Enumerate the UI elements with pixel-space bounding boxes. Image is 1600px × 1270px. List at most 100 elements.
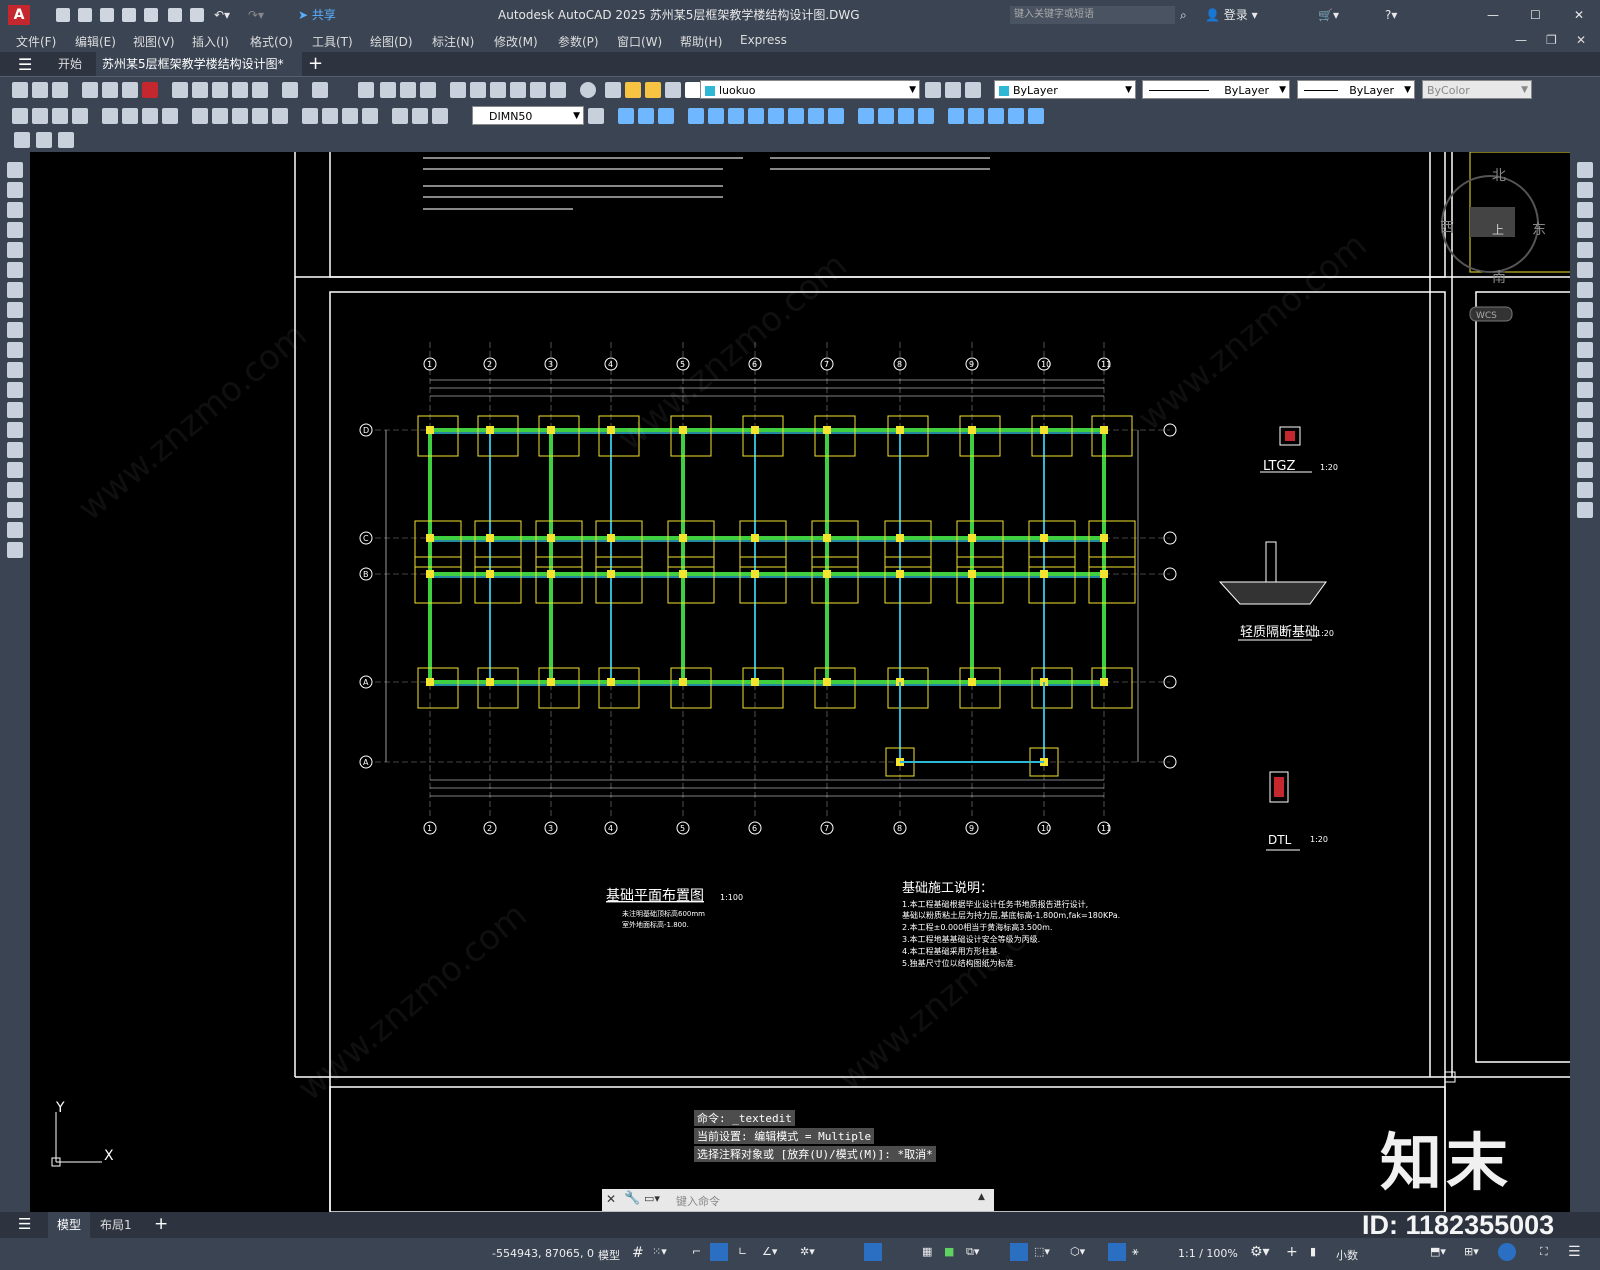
stretch-icon[interactable] — [1577, 322, 1593, 338]
erase-icon[interactable] — [1577, 162, 1593, 178]
publish-icon[interactable] — [122, 82, 138, 98]
trim-icon[interactable] — [1577, 342, 1593, 358]
3d-union-icon[interactable] — [688, 108, 704, 124]
3d-array-icon[interactable] — [1028, 108, 1044, 124]
dim-style-manager-icon[interactable] — [588, 108, 604, 124]
menu-window[interactable]: 窗口(W) — [617, 33, 662, 50]
circle-icon[interactable] — [7, 282, 23, 298]
customize-icon[interactable]: ☰ — [1568, 1244, 1581, 1260]
preview-icon[interactable] — [102, 82, 118, 98]
offset-icon[interactable] — [1577, 222, 1593, 238]
design-center-icon[interactable] — [470, 82, 486, 98]
polyline-icon[interactable] — [7, 202, 23, 218]
new-icon[interactable] — [56, 8, 70, 22]
selection-cycling-icon[interactable]: ■ — [944, 1245, 954, 1258]
layer-color-icon[interactable] — [685, 82, 701, 98]
3d-slice-icon[interactable] — [788, 108, 804, 124]
3d-subtract-icon[interactable] — [708, 108, 724, 124]
tab-document[interactable]: 苏州某5层框架教学楼结构设计图* ✕ — [96, 52, 302, 95]
gradient-icon[interactable] — [7, 462, 23, 478]
3d-move-icon[interactable] — [948, 108, 964, 124]
polygon-icon[interactable] — [7, 222, 23, 238]
doc-close-button[interactable]: ✕ — [1576, 33, 1586, 47]
login-button[interactable]: 👤 登录 ▾ — [1205, 0, 1258, 30]
table-icon[interactable] — [7, 502, 23, 518]
line-icon[interactable] — [7, 162, 23, 178]
revcloud-icon[interactable] — [7, 302, 23, 318]
paste-icon[interactable] — [212, 82, 228, 98]
layer-manager-icon[interactable] — [605, 82, 621, 98]
redo-icon[interactable] — [312, 82, 328, 98]
array-icon[interactable] — [1577, 242, 1593, 258]
plotstyle-dropdown[interactable]: ByColor ▼ — [1422, 80, 1532, 99]
explode-icon[interactable] — [1577, 502, 1593, 518]
undo-icon[interactable] — [282, 82, 298, 98]
minimize-button[interactable]: — — [1487, 0, 1499, 30]
bulb-icon[interactable] — [625, 82, 641, 98]
cart-icon[interactable]: 🛒▾ — [1318, 0, 1339, 30]
units-dropdown[interactable]: 小数 — [1336, 1247, 1358, 1263]
maximize-button[interactable]: ☐ — [1530, 0, 1541, 30]
color-dropdown[interactable]: ByLayer ▼ — [994, 80, 1136, 99]
3d-fillet-icon[interactable] — [878, 108, 894, 124]
layout-menu-icon[interactable]: ☰ — [18, 1215, 31, 1233]
lock-icon[interactable] — [665, 82, 681, 98]
3d-shell-icon[interactable] — [858, 108, 874, 124]
jogged-linear-icon[interactable] — [362, 108, 378, 124]
fillet-icon[interactable] — [1577, 462, 1593, 478]
dynamic-ucs-icon[interactable] — [1010, 1243, 1028, 1261]
arc-icon[interactable] — [7, 262, 23, 278]
menu-file[interactable]: 文件(F) — [16, 33, 56, 50]
add-selected-icon[interactable] — [7, 542, 23, 558]
auto-scale-icon[interactable]: ⚹ — [1132, 1245, 1139, 1259]
3d-orbit-icon[interactable] — [618, 108, 634, 124]
ordinate-dim-icon[interactable] — [72, 108, 88, 124]
3d-revolve-icon[interactable] — [768, 108, 784, 124]
command-expand-icon[interactable]: ▲ — [978, 1192, 985, 1202]
menu-view[interactable]: 视图(V) — [133, 33, 175, 50]
doc-minimize-button[interactable]: — — [1515, 33, 1527, 47]
selection-filter-icon[interactable]: ⬚▾ — [1034, 1245, 1050, 1258]
units-icon[interactable]: ▮ — [1310, 1245, 1316, 1258]
share-button[interactable]: ➤ 共享 — [298, 0, 336, 30]
region-icon[interactable] — [7, 482, 23, 498]
grid-icon[interactable]: # — [632, 1245, 644, 1261]
radius-dim-icon[interactable] — [102, 108, 118, 124]
lineweight-icon[interactable] — [864, 1243, 882, 1261]
chamfer-icon[interactable] — [1577, 442, 1593, 458]
transparency-icon[interactable]: ▦ — [922, 1245, 932, 1258]
3d-imprint-icon[interactable] — [918, 108, 934, 124]
plot-icon[interactable] — [82, 82, 98, 98]
block-editor-icon[interactable] — [252, 82, 268, 98]
pdf-icon[interactable] — [142, 82, 158, 98]
jogged-dim-icon[interactable] — [122, 108, 138, 124]
sheet-set-icon[interactable] — [510, 82, 526, 98]
quick-properties-icon[interactable]: ⬒▾ — [1430, 1245, 1446, 1258]
saveas-icon[interactable] — [122, 8, 136, 22]
rotate-icon[interactable] — [1577, 282, 1593, 298]
ortho-icon[interactable]: ⌐ — [692, 1245, 701, 1258]
continue-dim-icon[interactable] — [232, 108, 248, 124]
menu-help[interactable]: 帮助(H) — [680, 33, 722, 50]
print-icon[interactable] — [190, 8, 204, 22]
3d-wedge-icon[interactable] — [658, 108, 674, 124]
insert-block-icon[interactable] — [7, 382, 23, 398]
publish-icon[interactable] — [144, 8, 158, 22]
menu-format[interactable]: 格式(O) — [250, 33, 293, 50]
save-icon[interactable] — [100, 8, 114, 22]
angular-dim-icon[interactable] — [162, 108, 178, 124]
3d-intersect-icon[interactable] — [728, 108, 744, 124]
xline-icon[interactable] — [7, 182, 23, 198]
3d-extrude-icon[interactable] — [748, 108, 764, 124]
menu-edit[interactable]: 编辑(E) — [75, 33, 116, 50]
menu-insert[interactable]: 插入(I) — [192, 33, 229, 50]
tool-palettes-icon[interactable] — [490, 82, 506, 98]
inspection-icon[interactable] — [342, 108, 358, 124]
isolate-objects-icon[interactable] — [1498, 1243, 1516, 1261]
isodraft-icon[interactable]: ∟ — [738, 1245, 747, 1258]
matchprop-icon[interactable] — [232, 82, 248, 98]
3d-chamfer-icon[interactable] — [898, 108, 914, 124]
menu-modify[interactable]: 修改(M) — [494, 33, 538, 50]
dim-edit-icon[interactable] — [392, 108, 408, 124]
3d-align-icon[interactable] — [988, 108, 1004, 124]
